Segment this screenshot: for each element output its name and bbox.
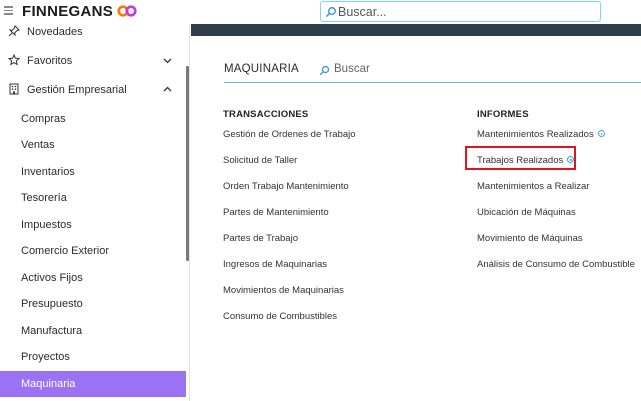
brand-logo-icon	[117, 5, 137, 17]
sidebar-item-favoritos[interactable]: Favoritos	[0, 48, 186, 74]
link-partes-trabajo[interactable]: Partes de Trabajo	[223, 233, 298, 244]
link-movimientos-maquinarias[interactable]: Movimientos de Maquinarias	[223, 285, 344, 296]
sidebar-item-maquinaria[interactable]: Maquinaria	[0, 371, 186, 397]
sidebar-item-gestion-empresarial[interactable]: Gestión Empresarial	[0, 77, 186, 103]
brand-name[interactable]: FINNEGANS	[22, 3, 113, 20]
chevron-down-icon[interactable]	[163, 56, 172, 65]
sidebar-item-label: Compras	[21, 113, 66, 125]
sidebar-item-inventarios[interactable]: Inventarios	[0, 159, 186, 185]
informes-heading: INFORMES	[477, 109, 529, 120]
link-solicitud-taller[interactable]: Solicitud de Taller	[223, 155, 297, 166]
section-title: MAQUINARIA	[224, 63, 299, 75]
search-icon	[326, 7, 336, 17]
highlight-box	[465, 146, 576, 170]
sidebar-item-label: Manufactura	[21, 325, 83, 337]
link-partes-mantenimiento[interactable]: Partes de Mantenimiento	[223, 207, 329, 218]
sidebar-item-activos-fijos[interactable]: Activos Fijos	[0, 265, 186, 291]
sidebar-item-label: Favoritos	[27, 55, 73, 67]
sidebar-item-label: Ventas	[21, 139, 55, 151]
sidebar-item-label: Comercio Exterior	[21, 245, 110, 257]
sidebar-item-label: Gestión Empresarial	[27, 84, 127, 96]
sidebar-item-novedades[interactable]: Novedades	[0, 19, 186, 45]
sidebar-item-label: Maquinaria	[21, 378, 76, 390]
link-movimiento-maquinas[interactable]: Movimiento de Máquinas	[477, 233, 583, 244]
sidebar-item-label: Inventarios	[21, 166, 75, 178]
hamburger-menu-icon[interactable]	[4, 6, 13, 15]
pin-icon	[8, 25, 20, 37]
link-ubicacion-maquinas[interactable]: Ubicación de Máquinas	[477, 207, 576, 218]
sidebar-item-comercio-exterior[interactable]: Comercio Exterior	[0, 238, 186, 264]
link-mantenimientos-a-realizar[interactable]: Mantenimientos a Realizar	[477, 181, 589, 192]
link-consumo-combustibles[interactable]: Consumo de Combustibles	[223, 311, 337, 322]
sidebar-item-ventas[interactable]: Ventas	[0, 132, 186, 158]
search-icon[interactable]	[319, 65, 330, 76]
sidebar-item-label: Tesorería	[21, 192, 67, 204]
transacciones-heading: TRANSACCIONES	[223, 109, 309, 120]
link-ingresos-maquinarias[interactable]: Ingresos de Maquinarias	[223, 259, 327, 270]
link-gestion-ordenes-trabajo[interactable]: Gestión de Ordenes de Trabajo	[223, 129, 356, 140]
main-content: MAQUINARIA Buscar TRANSACCIONES Gestión …	[191, 24, 641, 401]
link-mantenimientos-realizados[interactable]: Mantenimientos Realizados	[477, 129, 605, 140]
star-icon	[8, 54, 20, 66]
global-search-box[interactable]	[320, 1, 601, 22]
sidebar-item-label: Novedades	[27, 26, 83, 38]
link-analisis-consumo-combustible[interactable]: Análisis de Consumo de Combustible	[477, 259, 635, 270]
sidebar: Novedades Favoritos Gestión Empresarial …	[0, 24, 190, 401]
sidebar-item-label: Activos Fijos	[21, 272, 83, 284]
sidebar-scrollbar[interactable]	[186, 66, 189, 261]
sidebar-item-label: Impuestos	[21, 219, 72, 231]
link-orden-trabajo-mantenimiento[interactable]: Orden Trabajo Mantenimiento	[223, 181, 349, 192]
sidebar-item-proyectos[interactable]: Proyectos	[0, 344, 186, 370]
sidebar-item-tesoreria[interactable]: Tesorería	[0, 185, 186, 211]
sidebar-item-label: Proyectos	[21, 351, 70, 363]
chevron-up-icon[interactable]	[163, 85, 172, 94]
sidebar-item-compras[interactable]: Compras	[0, 106, 186, 132]
sidebar-item-impuestos[interactable]: Impuestos	[0, 212, 186, 238]
section-divider	[224, 82, 641, 83]
sidebar-item-label: Presupuesto	[21, 298, 83, 310]
link-label: Mantenimientos Realizados	[477, 129, 594, 140]
sidebar-item-presupuesto[interactable]: Presupuesto	[0, 291, 186, 317]
main-header-strip	[191, 24, 641, 36]
sidebar-item-manufactura[interactable]: Manufactura	[0, 318, 186, 344]
section-search-input[interactable]: Buscar	[334, 63, 370, 75]
global-search-input[interactable]	[338, 3, 593, 20]
building-icon	[9, 83, 19, 95]
info-icon[interactable]	[597, 130, 605, 137]
